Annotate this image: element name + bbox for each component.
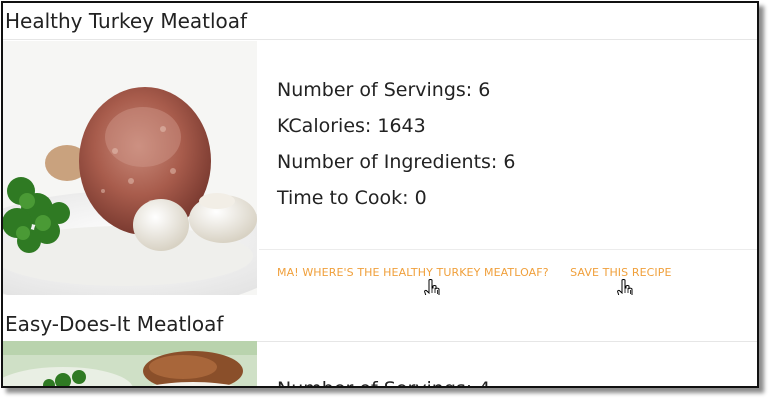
servings-stat: Number of Servings: 4: [277, 374, 490, 386]
recipe-image: [3, 341, 257, 386]
screenshot-frame: Healthy Turkey Meatloaf Number of Servin…: [1, 1, 759, 388]
recipe-stats: Number of Servings: 4: [277, 374, 490, 386]
recipe-card-header: Healthy Turkey Meatloaf: [3, 3, 757, 40]
recipe-title: Easy-Does-It Meatloaf: [5, 312, 224, 336]
recipe-actions: MA! WHERE'S THE HEALTHY TURKEY MEATLOAF?…: [277, 266, 672, 279]
kcalories-stat: KCalories: 1643: [277, 115, 426, 137]
save-recipe-link[interactable]: SAVE THIS RECIPE: [570, 266, 671, 279]
recipe-title: Healthy Turkey Meatloaf: [5, 9, 248, 33]
meatloaf-photo: [3, 41, 257, 295]
recipe-card: Easy-Does-It Meatloaf Number of Servings…: [3, 305, 757, 386]
cook-time-stat: Time to Cook: 0: [277, 187, 427, 209]
view-recipe-link[interactable]: MA! WHERE'S THE HEALTHY TURKEY MEATLOAF?: [277, 266, 549, 279]
card-separator: [3, 295, 757, 305]
recipe-image: [3, 41, 257, 295]
servings-stat: Number of Servings: 6: [277, 79, 491, 101]
recipe-card: Healthy Turkey Meatloaf Number of Servin…: [3, 3, 757, 301]
recipe-card-header: Easy-Does-It Meatloaf: [3, 305, 757, 342]
meatloaf-photo: [3, 341, 257, 386]
ingredients-stat: Number of Ingredients: 6: [277, 151, 516, 173]
recipe-stats: Number of Servings: 6 KCalories: 1643 Nu…: [277, 75, 515, 219]
card-divider: [259, 249, 757, 250]
